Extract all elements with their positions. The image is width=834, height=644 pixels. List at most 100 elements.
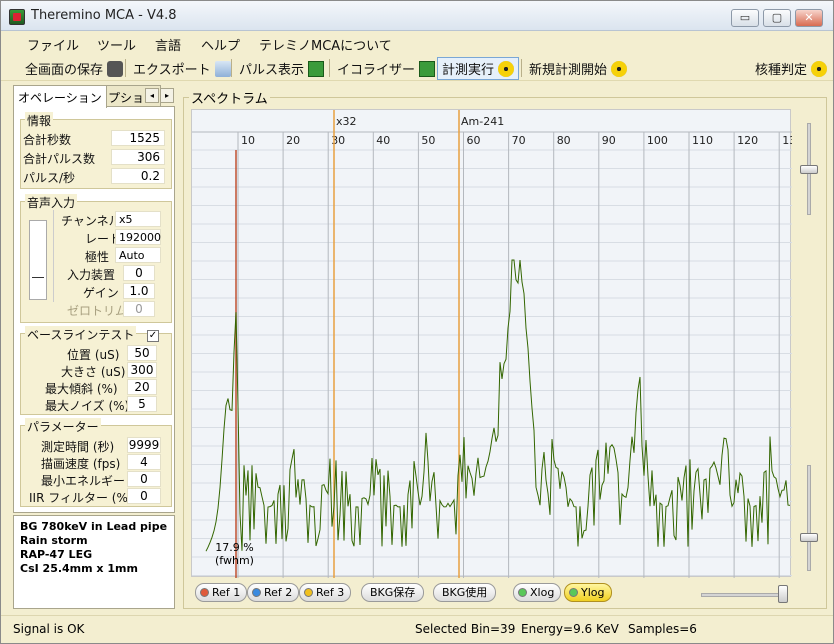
pulse-view-button[interactable]: パルス表示	[239, 59, 325, 78]
fwhm-value: 17.9 %	[215, 541, 254, 554]
gain-field[interactable]: 1.0	[123, 283, 155, 299]
total-seconds-label: 合計秒数	[23, 133, 72, 147]
info-group: 情報 合計秒数 1525 合計パルス数 306 パルス/秒 0.2	[20, 112, 172, 189]
green-dot-icon	[569, 588, 578, 597]
input-device-field[interactable]: 0	[123, 265, 155, 281]
close-button[interactable]: ✕	[795, 9, 823, 27]
app-icon	[9, 9, 25, 25]
gain-label: ゲイン	[83, 286, 119, 300]
energy-readout: Energy=9.6 KeV	[521, 622, 619, 636]
marker-label-am241: Am-241	[461, 115, 504, 128]
note-line: CsI 25.4mm x 1mm	[20, 562, 138, 575]
pulse-rate-row: パルス/秒 0.2	[21, 168, 171, 185]
toolbar: 全画面の保存 エクスポート パルス表示 イコライザー 計測実行 新規計測開始 核…	[1, 55, 833, 81]
min-energy-field[interactable]: 0	[127, 471, 161, 487]
xlog-button[interactable]: Xlog	[513, 583, 562, 602]
bkg-save-button[interactable]: BKG保存	[361, 583, 425, 602]
selected-bin: Selected Bin=39	[415, 622, 516, 636]
iir-filter-field[interactable]: 0	[127, 488, 161, 504]
toolbar-separator	[521, 59, 522, 77]
new-measurement-button[interactable]: 新規計測開始	[529, 59, 628, 78]
max-slope-label: 最大傾斜 (%)	[45, 382, 118, 396]
nuclide-id-label: 核種判定	[755, 63, 808, 78]
baseline-test-checkbox[interactable]: ✓	[147, 330, 159, 342]
ref3-button[interactable]: Ref 3	[299, 583, 352, 602]
run-measurement-button[interactable]: 計測実行	[437, 57, 520, 80]
x-tick-label: 120	[737, 134, 758, 147]
input-device-label: 入力装置	[67, 268, 116, 282]
ref2-button[interactable]: Ref 2	[247, 583, 300, 602]
x-tick-label: 10	[241, 134, 255, 147]
max-slope-field[interactable]: 20	[127, 379, 157, 395]
save-all-label: 全画面の保存	[25, 63, 104, 78]
measure-time-field[interactable]: 9999	[127, 437, 161, 453]
export-button[interactable]: エクスポート	[133, 59, 231, 78]
pulse-rate-value: 0.2	[111, 168, 165, 184]
polarity-label: 極性	[85, 250, 110, 264]
min-energy-label: 最小エネルギー	[41, 474, 126, 488]
parameters-group-title: パラメーター	[25, 418, 101, 435]
vertical-offset-thumb[interactable]	[800, 533, 818, 542]
rate-select[interactable]: 192000	[115, 229, 161, 245]
menu-language[interactable]: 言語	[155, 35, 181, 54]
menu-file[interactable]: ファイル	[27, 35, 79, 54]
polarity-select[interactable]: Auto	[115, 247, 161, 263]
spectrum-chart[interactable]: 10203040506070809010011012013x32Am-241	[191, 109, 792, 578]
max-noise-label: 最大ノイズ (%)	[45, 399, 130, 413]
baseline-test-group: ベースラインテスト ✓ 位置 (uS) 50 大きさ (uS) 300 最大傾斜…	[20, 326, 172, 415]
camera-icon	[107, 61, 124, 77]
menu-bar: ファイル ツール 言語 ヘルプ テレミノMCAについて	[1, 31, 833, 55]
minimize-button[interactable]: ▭	[731, 9, 759, 27]
menu-about[interactable]: テレミノMCAについて	[259, 35, 392, 54]
size-label: 大きさ (uS)	[61, 365, 126, 379]
channel-select[interactable]: x5	[115, 211, 161, 227]
horizontal-zoom-thumb[interactable]	[778, 585, 788, 603]
pulse-view-label: パルス表示	[239, 63, 305, 78]
ref3-label: Ref 3	[316, 586, 345, 599]
zero-trim-field: 0	[123, 301, 155, 317]
pulse-rate-label: パルス/秒	[23, 171, 76, 185]
position-field[interactable]: 50	[127, 345, 157, 361]
menu-tools[interactable]: ツール	[97, 35, 136, 54]
ylog-button[interactable]: Ylog	[564, 583, 612, 602]
x-tick-label: 80	[557, 134, 571, 147]
notes-textbox[interactable]: BG 780keV in Lead pipe Rain storm RAP-47…	[13, 515, 175, 609]
radiation-icon	[498, 61, 515, 77]
operation-tab-body: 情報 合計秒数 1525 合計パルス数 306 パルス/秒 0.2 音声入力 チ…	[13, 106, 175, 513]
toolbar-separator	[231, 59, 232, 77]
channel-label: チャンネル	[61, 214, 121, 228]
equalizer-button[interactable]: イコライザー	[337, 59, 436, 78]
export-label: エクスポート	[133, 63, 211, 78]
ref1-label: Ref 1	[212, 586, 241, 599]
tab-operation[interactable]: オペレーション	[13, 85, 107, 108]
spectrum-trace	[205, 259, 791, 552]
max-noise-field[interactable]: 5	[127, 396, 157, 412]
ref1-button[interactable]: Ref 1	[195, 583, 248, 602]
menu-help[interactable]: ヘルプ	[201, 35, 240, 54]
horizontal-zoom-slider[interactable]	[701, 593, 787, 597]
tab-scroll-right-icon[interactable]: ▸	[160, 88, 174, 103]
yellow-dot-icon	[304, 588, 313, 597]
equalizer-label: イコライザー	[337, 63, 416, 78]
vertical-scale-thumb[interactable]	[800, 165, 818, 174]
run-measurement-label: 計測実行	[442, 63, 495, 78]
blue-dot-icon	[252, 588, 261, 597]
audio-input-group-title: 音声入力	[25, 194, 78, 211]
draw-speed-field[interactable]: 4	[127, 454, 161, 470]
nuclide-id-button[interactable]: 核種判定	[755, 59, 828, 78]
measure-time-label: 測定時間 (秒)	[41, 440, 115, 454]
baseline-test-group-title: ベースラインテスト	[25, 326, 137, 343]
iir-filter-label: IIR フィルター (%)	[29, 491, 133, 505]
size-field[interactable]: 300	[127, 362, 157, 378]
draw-speed-label: 描画速度 (fps)	[41, 457, 121, 471]
vertical-offset-slider[interactable]	[807, 465, 811, 571]
input-level-meter	[29, 220, 47, 300]
position-label: 位置 (uS)	[67, 348, 120, 362]
status-bar: Signal is OK Selected Bin=39 Energy=9.6 …	[1, 615, 833, 643]
x-tick-label: 60	[467, 134, 481, 147]
bkg-use-button[interactable]: BKG使用	[433, 583, 497, 602]
maximize-button[interactable]: ▢	[763, 9, 791, 27]
save-all-button[interactable]: 全画面の保存	[25, 59, 124, 78]
tab-scroll-left-icon[interactable]: ◂	[145, 88, 159, 103]
input-level-indicator	[32, 277, 44, 278]
